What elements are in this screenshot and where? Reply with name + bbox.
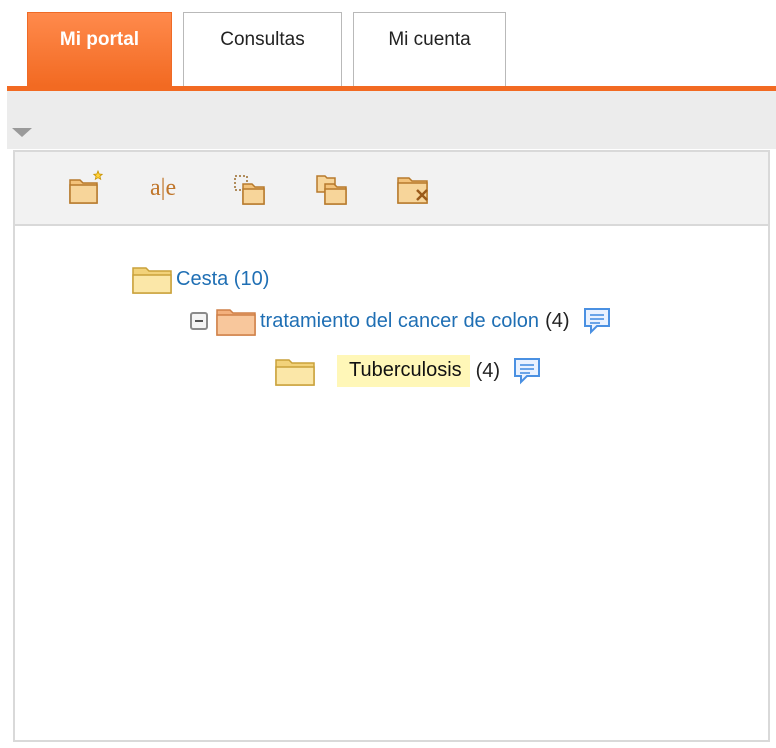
tree-label-cesta[interactable]: Cesta (10)	[176, 268, 269, 291]
tree-node-tratamiento[interactable]: tratamiento del cancer de colon (4)	[190, 306, 612, 336]
folder-open-icon	[132, 264, 176, 294]
cut-folder-button[interactable]	[231, 168, 271, 208]
new-folder-icon	[69, 169, 104, 204]
tree-label-tratamiento[interactable]: tratamiento del cancer de colon	[260, 310, 539, 333]
folder-closed-icon	[216, 306, 260, 336]
collapse-toggle-icon[interactable]	[190, 312, 208, 330]
tab-mi-cuenta[interactable]: Mi cuenta	[353, 12, 506, 86]
rename-icon: a|e	[150, 175, 176, 201]
collapse-arrow-icon[interactable]	[12, 128, 32, 137]
copy-folder-button[interactable]	[313, 168, 353, 208]
tab-consultas[interactable]: Consultas	[183, 12, 342, 86]
tab-bar: Mi portal Consultas Mi cuenta	[0, 0, 776, 92]
folder-toolbar: a|e	[15, 152, 768, 226]
rename-button[interactable]: a|e	[149, 168, 189, 208]
delete-folder-button[interactable]	[395, 168, 435, 208]
svg-text:a|e: a|e	[150, 175, 176, 201]
tree-node-tuberculosis[interactable]: Tuberculosis (4)	[275, 355, 542, 387]
folder-panel: a|e Cesta (10) tratamiento del cancer de…	[13, 150, 770, 742]
tab-mi-portal[interactable]: Mi portal	[27, 12, 172, 86]
cut-folder-icon	[234, 175, 265, 205]
tree-count-tuberculosis: (4)	[475, 359, 501, 382]
folder-open-icon	[275, 356, 319, 386]
tree-label-tuberculosis[interactable]: Tuberculosis	[337, 355, 470, 387]
note-icon[interactable]	[512, 356, 542, 386]
tree-node-cesta[interactable]: Cesta (10)	[132, 264, 269, 294]
tree-count-tratamiento: (4)	[545, 309, 570, 332]
copy-folder-icon	[316, 175, 347, 205]
panel-header	[7, 91, 776, 149]
note-icon[interactable]	[582, 306, 612, 336]
new-folder-button[interactable]	[67, 168, 107, 208]
delete-folder-icon	[397, 177, 428, 204]
